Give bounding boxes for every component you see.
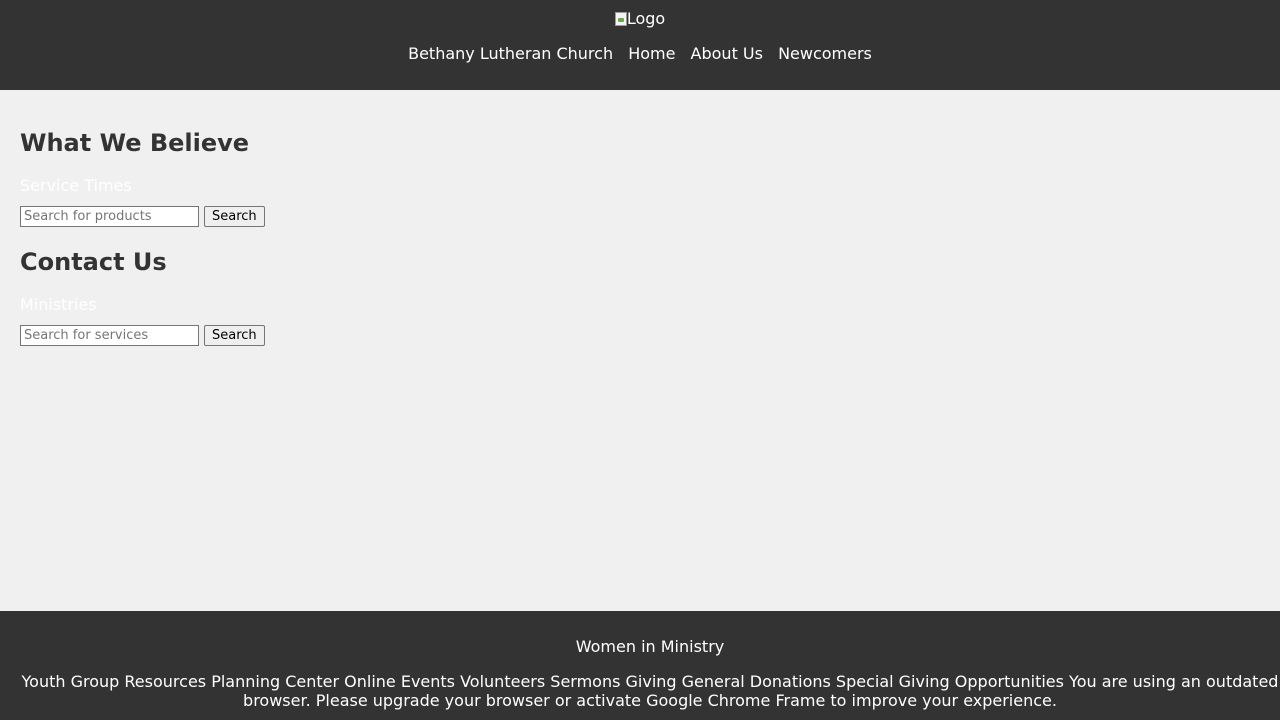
- logo[interactable]: Logo: [0, 9, 1280, 29]
- nav-item-about-us[interactable]: About Us: [691, 44, 763, 63]
- service-search-button[interactable]: Search: [204, 325, 265, 346]
- broken-image-icon: [614, 12, 627, 26]
- page: Logo Bethany Lutheran Church Home About …: [0, 0, 1280, 720]
- nav-item-home[interactable]: Home: [628, 44, 675, 63]
- section-heading: What We Believe: [20, 129, 250, 157]
- nav-item-newcomers[interactable]: Newcomers: [778, 44, 872, 63]
- ministries-link[interactable]: Ministries: [20, 295, 1260, 315]
- main-nav: Bethany Lutheran Church Home About Us Ne…: [0, 44, 1280, 64]
- footer-text: Youth Group Resources Planning Center On…: [21, 672, 1279, 710]
- product-search-form: Search: [20, 206, 1260, 227]
- footer-title: Women in Ministry: [575, 637, 725, 656]
- service-search-input[interactable]: [20, 325, 199, 346]
- section-contact-us: Contact Us Ministries Search: [20, 247, 1260, 346]
- nav-item-church-name[interactable]: Bethany Lutheran Church: [408, 44, 613, 63]
- service-search-form: Search: [20, 325, 1260, 346]
- product-search-input[interactable]: [20, 206, 199, 227]
- main-content: What We Believe Service Times Search Con…: [20, 128, 1260, 346]
- section-what-we-believe: What We Believe Service Times Search: [20, 128, 1260, 227]
- section-heading: Contact Us: [20, 248, 167, 276]
- site-footer: Women in Ministry Youth Group Resources …: [0, 611, 1280, 720]
- logo-alt-text: Logo: [626, 9, 666, 28]
- service-times-link[interactable]: Service Times: [20, 176, 1260, 196]
- site-header: Logo Bethany Lutheran Church Home About …: [0, 0, 1280, 90]
- product-search-button[interactable]: Search: [204, 206, 265, 227]
